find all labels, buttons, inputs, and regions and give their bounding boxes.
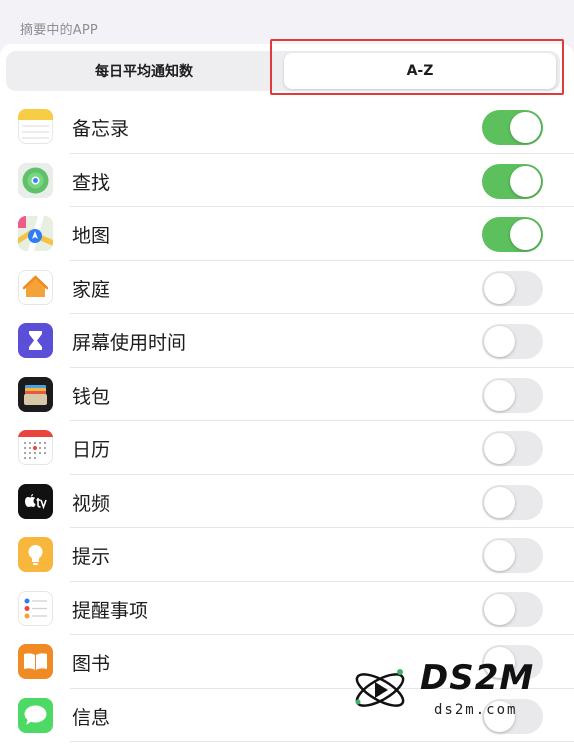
toggle-knob — [510, 165, 541, 197]
atom-logo-icon — [355, 669, 405, 707]
toggle-knob — [484, 379, 515, 411]
toggle-knob — [510, 112, 541, 143]
app-list: 备忘录 查找 地图 家庭 屏幕使用时间 钱包 日历 视频 提示 提醒事项 图书 … — [0, 100, 574, 742]
find-my-toggle[interactable] — [482, 163, 543, 199]
tips-toggle[interactable] — [482, 538, 543, 573]
app-row-reminders[interactable]: 提醒事项 — [0, 582, 574, 635]
section-header: 摘要中的APP — [20, 23, 98, 38]
app-row-tv[interactable]: 视频 — [0, 475, 574, 528]
segment-daily-average[interactable]: 每日平均通知数 — [8, 53, 280, 89]
wallet-toggle[interactable] — [482, 377, 543, 413]
watermark-subtitle: ds2m.com — [434, 702, 518, 718]
app-label: 提醒事项 — [72, 599, 149, 622]
app-label: 家庭 — [72, 278, 111, 301]
reminders-toggle[interactable] — [482, 591, 543, 627]
app-row-calendar[interactable]: 日历 — [0, 421, 574, 475]
apple-tv-icon — [18, 483, 53, 519]
app-row-home[interactable]: 家庭 — [0, 261, 574, 314]
screen-time-toggle[interactable] — [482, 324, 543, 359]
app-label: 提示 — [72, 546, 111, 568]
toggle-knob — [484, 486, 515, 518]
app-label: 钱包 — [72, 385, 111, 408]
maps-toggle[interactable] — [482, 217, 543, 252]
toggle-knob — [484, 326, 515, 357]
highlight-box — [270, 39, 564, 95]
app-label: 日历 — [72, 439, 111, 461]
screen-time-icon — [18, 323, 53, 358]
app-row-screen-time[interactable]: 屏幕使用时间 — [0, 314, 574, 368]
maps-icon — [18, 216, 53, 251]
reminders-icon — [18, 590, 53, 626]
row-divider — [70, 741, 574, 742]
watermark: DS2M ds2m.com — [348, 658, 562, 722]
toggle-knob — [510, 219, 541, 250]
toggle-knob — [484, 433, 515, 464]
toggle-knob — [484, 272, 515, 304]
app-row-wallet[interactable]: 钱包 — [0, 368, 574, 421]
app-label: 备忘录 — [72, 118, 130, 140]
app-label: 查找 — [72, 171, 111, 194]
app-label: 地图 — [72, 225, 111, 247]
app-row-maps[interactable]: 地图 — [0, 207, 574, 261]
app-label: 视频 — [72, 492, 111, 515]
toggle-knob — [484, 593, 515, 625]
app-row-tips[interactable]: 提示 — [0, 528, 574, 582]
calendar-icon — [18, 430, 53, 465]
notes-toggle[interactable] — [482, 110, 543, 145]
watermark-title: DS2M — [420, 658, 535, 698]
app-label: 信息 — [72, 706, 111, 729]
app-row-notes[interactable]: 备忘录 — [0, 100, 574, 154]
notes-icon — [18, 109, 53, 144]
messages-icon — [18, 697, 53, 733]
app-label: 屏幕使用时间 — [72, 332, 187, 354]
tv-toggle[interactable] — [482, 484, 543, 520]
toggle-knob — [484, 540, 515, 571]
app-row-find-my[interactable]: 查找 — [0, 154, 574, 207]
books-icon — [18, 644, 53, 679]
home-toggle[interactable] — [482, 270, 543, 306]
home-icon — [18, 269, 53, 305]
calendar-toggle[interactable] — [482, 431, 543, 466]
app-label: 图书 — [72, 653, 111, 675]
find-my-icon — [18, 162, 53, 198]
tips-icon — [18, 537, 53, 572]
wallet-icon — [18, 376, 53, 412]
